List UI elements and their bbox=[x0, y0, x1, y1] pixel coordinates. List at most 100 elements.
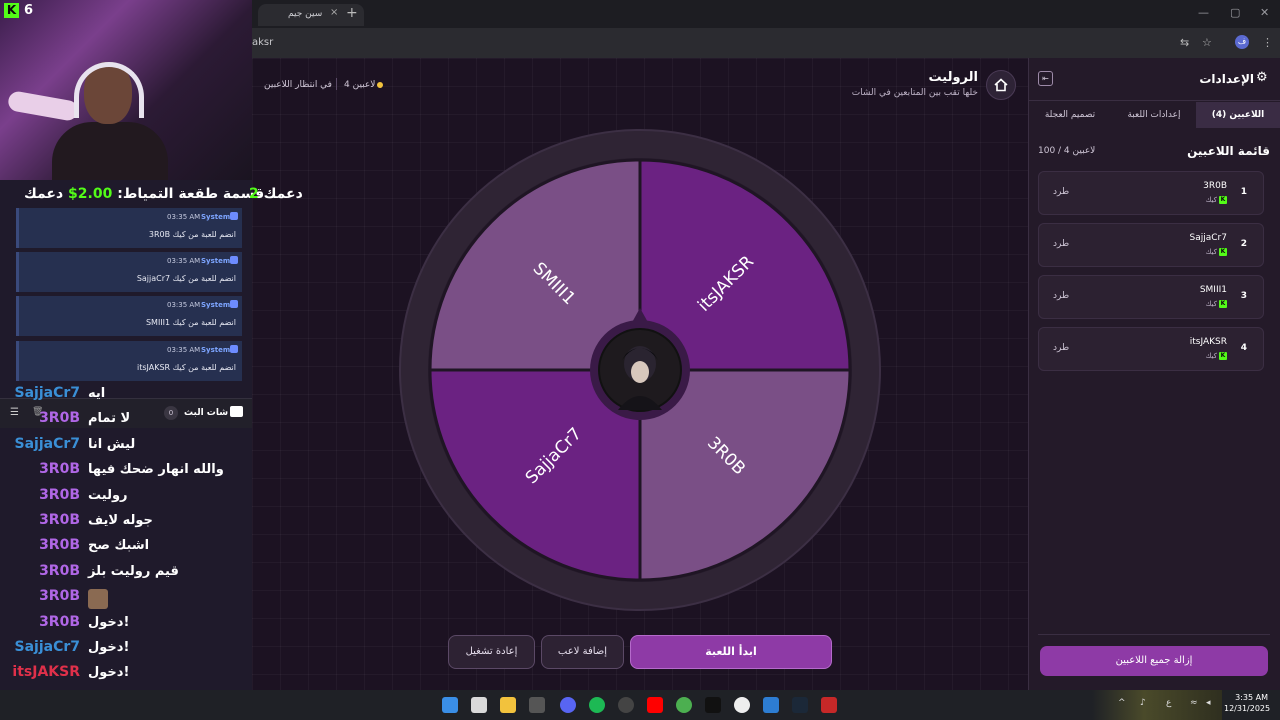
waiting-status: في انتظار اللاعبين bbox=[264, 80, 332, 90]
tab-close-icon[interactable]: × bbox=[330, 7, 338, 18]
chat-text: ايه bbox=[88, 386, 106, 401]
keyboard-language-icon[interactable]: ع bbox=[1166, 698, 1171, 708]
system-message: 03:35 AM System SMIII1 انضم للعبة من كيك bbox=[16, 296, 242, 336]
app-red-icon[interactable] bbox=[821, 697, 837, 713]
chat-text: دخول! bbox=[88, 614, 130, 630]
chat-message: 3R0B bbox=[0, 588, 252, 613]
chrome-icon[interactable] bbox=[676, 697, 692, 713]
player-number: 4 bbox=[1240, 343, 1247, 353]
chat-message: itsJAKSR دخول! bbox=[0, 664, 252, 689]
chat-username[interactable]: 3R0B bbox=[39, 410, 80, 426]
tab-title: سين جيم bbox=[288, 9, 323, 19]
kebab-menu-icon[interactable]: ⋮ bbox=[1262, 36, 1273, 49]
kick-player-button[interactable]: طرد bbox=[1053, 187, 1069, 197]
bookmark-star-icon[interactable]: ☆ bbox=[1202, 36, 1212, 49]
player-platform: كيك K bbox=[1205, 300, 1227, 308]
speaker-icon[interactable]: ◂ bbox=[1206, 698, 1211, 708]
maximize-icon[interactable]: ▢ bbox=[1230, 6, 1240, 19]
chat-message: 3R0B والله انهار ضحك فيها bbox=[0, 461, 252, 486]
chat-username[interactable]: SajjaCr7 bbox=[15, 639, 81, 655]
taskbar-date[interactable]: 12/31/2025 bbox=[1224, 704, 1270, 713]
status-divider bbox=[336, 78, 337, 90]
spotify-icon[interactable] bbox=[589, 697, 605, 713]
player-number: 1 bbox=[1240, 187, 1247, 197]
chat-message: SajjaCr7 دخول! bbox=[0, 639, 252, 664]
message-time: 03:35 AM bbox=[167, 346, 201, 354]
roulette-wheel[interactable]: itsJAKSR3R0BSajjaCr7SMIII1 bbox=[398, 128, 882, 612]
chat-username[interactable]: 3R0B bbox=[39, 461, 80, 477]
player-platform: كيك K bbox=[1205, 248, 1227, 256]
chat-username[interactable]: 3R0B bbox=[39, 614, 80, 630]
shield-icon bbox=[230, 256, 238, 264]
kick-player-button[interactable]: طرد bbox=[1053, 239, 1069, 249]
chat-username[interactable]: SajjaCr7 bbox=[15, 436, 81, 452]
message-time: 03:35 AM bbox=[167, 301, 201, 309]
message-text: 3R0B انضم للعبة من كيك bbox=[148, 230, 236, 239]
taskbar-time[interactable]: 3:35 AM bbox=[1230, 693, 1268, 702]
tab-wheel-design[interactable]: تصميم العجلة bbox=[1028, 102, 1112, 128]
chatgpt-icon[interactable] bbox=[734, 697, 750, 713]
steam-icon[interactable] bbox=[792, 697, 808, 713]
kick-platform-icon: K bbox=[1219, 196, 1227, 204]
collapse-sidebar-icon[interactable]: ⇤ bbox=[1038, 71, 1053, 86]
chat-username[interactable]: 3R0B bbox=[39, 588, 80, 604]
chat-text: قيم روليت بلز bbox=[88, 563, 179, 579]
tiktok-icon[interactable] bbox=[705, 697, 721, 713]
chat-message: 3R0B اشبك صح bbox=[0, 537, 252, 562]
message-time: 03:35 AM bbox=[167, 213, 201, 221]
player-name: SajjaCr7 bbox=[1189, 233, 1227, 243]
windows-start-icon[interactable] bbox=[442, 697, 458, 713]
message-sender: System bbox=[201, 301, 231, 309]
add-player-button[interactable]: إضافة لاعب bbox=[541, 635, 624, 669]
chat-text: جوله لايف bbox=[88, 513, 153, 528]
player-list-title: قائمة اللاعبين bbox=[1187, 144, 1270, 158]
player-row: 2 SajjaCr7 كيك K طرد bbox=[1038, 223, 1264, 267]
close-window-icon[interactable]: ✕ bbox=[1260, 6, 1269, 19]
chat-username[interactable]: 3R0B bbox=[39, 537, 80, 553]
wifi-icon[interactable]: ≈ bbox=[1190, 698, 1198, 708]
app-icon[interactable] bbox=[529, 697, 545, 713]
chat-username[interactable]: SajjaCr7 bbox=[15, 385, 81, 401]
player-platform: كيك K bbox=[1205, 196, 1227, 204]
tab-game-settings[interactable]: إعدادات اللعبة bbox=[1112, 102, 1196, 128]
profile-avatar[interactable]: ف bbox=[1235, 35, 1249, 49]
microphone-icon[interactable]: ♪ bbox=[1140, 698, 1146, 708]
obs-icon[interactable] bbox=[618, 697, 634, 713]
restart-button[interactable]: إعادة تشغيل bbox=[448, 635, 535, 669]
player-list-count: 100 / 4 لاعبين bbox=[1038, 146, 1096, 156]
remove-all-players-button[interactable]: إزالة جميع اللاعبين bbox=[1040, 646, 1268, 676]
chat-username[interactable]: itsJAKSR bbox=[12, 664, 80, 680]
kick-player-button[interactable]: طرد bbox=[1053, 343, 1069, 353]
chat-text: اشبك صح bbox=[88, 538, 150, 554]
shield-icon bbox=[230, 345, 238, 353]
headset-shape bbox=[74, 62, 144, 118]
system-message: 03:35 AM System itsJAKSR انضم للعبة من ك… bbox=[16, 341, 242, 381]
discord-icon[interactable] bbox=[560, 697, 576, 713]
message-sender: System bbox=[201, 213, 231, 221]
tab-players[interactable]: اللاعبين (4) bbox=[1196, 102, 1280, 128]
file-explorer-icon[interactable] bbox=[500, 697, 516, 713]
start-game-button[interactable]: ابدأ اللعبة bbox=[630, 635, 832, 669]
chat-text: روليت bbox=[88, 487, 128, 503]
store-icon[interactable] bbox=[471, 697, 487, 713]
youtube-icon[interactable] bbox=[647, 697, 663, 713]
page-title: الروليت bbox=[928, 70, 978, 85]
translate-icon[interactable]: ⇆ bbox=[1180, 36, 1189, 49]
tray-chevron-icon[interactable]: ^ bbox=[1118, 698, 1126, 708]
minimize-icon[interactable]: — bbox=[1198, 6, 1209, 19]
chat-message: 3R0B روليت bbox=[0, 487, 252, 512]
app-window-icon[interactable] bbox=[763, 697, 779, 713]
player-number: 2 bbox=[1240, 239, 1247, 249]
chat-username[interactable]: 3R0B bbox=[39, 487, 80, 503]
message-time: 03:35 AM bbox=[167, 257, 201, 265]
chat-username[interactable]: 3R0B bbox=[39, 512, 80, 528]
player-row: 3 SMIII1 كيك K طرد bbox=[1038, 275, 1264, 319]
chat-text: ليش انا bbox=[88, 436, 136, 452]
home-button[interactable] bbox=[986, 70, 1016, 100]
chat-username[interactable]: 3R0B bbox=[39, 563, 80, 579]
message-text: itsJAKSR انضم للعبة من كيك bbox=[137, 363, 236, 372]
url-field[interactable]: aksr bbox=[252, 37, 273, 48]
kick-player-button[interactable]: طرد bbox=[1053, 291, 1069, 301]
new-tab-button[interactable]: + bbox=[346, 5, 358, 21]
windows-taskbar bbox=[0, 690, 1280, 720]
